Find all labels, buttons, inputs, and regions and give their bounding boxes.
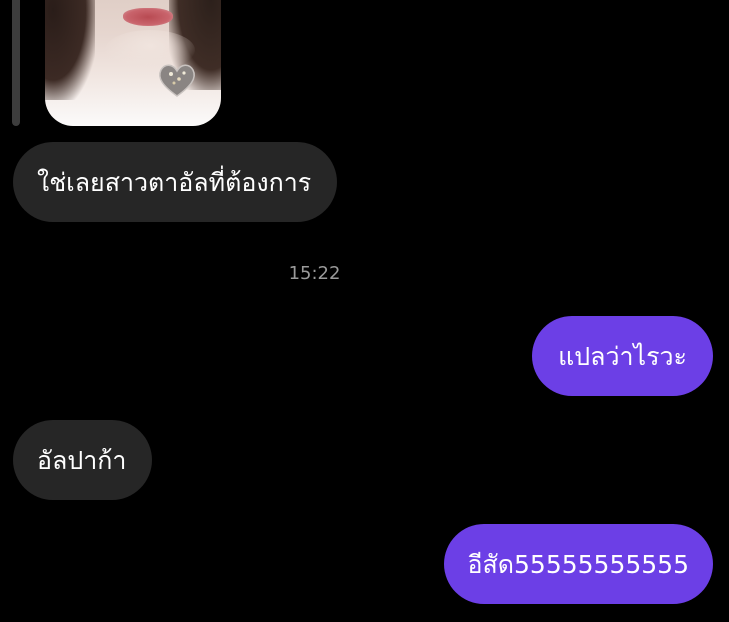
shared-photo[interactable] [45, 0, 221, 126]
message-bubble-incoming[interactable]: อัลปาก้า [13, 420, 153, 500]
message-bubble-outgoing[interactable]: อีสัด55555555555 [443, 524, 713, 604]
photo-hair-left [45, 0, 95, 100]
message-bubble-outgoing[interactable]: แปลว่าไรวะ [532, 316, 713, 396]
message-timestamp: 15:22 [0, 263, 729, 284]
heart-necklace-icon [159, 64, 195, 97]
reply-indicator-bar [12, 0, 20, 126]
message-text: แปลว่าไรวะ [558, 341, 687, 371]
message-text: อัลปาก้า [37, 445, 127, 475]
timestamp-text: 15:22 [288, 263, 341, 284]
message-text: อีสัด55555555555 [467, 549, 689, 579]
photo-lips [123, 8, 173, 26]
message-text: ใช่เลยสาวตาอัลที่ต้องการ [37, 167, 312, 197]
message-bubble-incoming[interactable]: ใช่เลยสาวตาอัลที่ต้องการ [13, 142, 338, 222]
